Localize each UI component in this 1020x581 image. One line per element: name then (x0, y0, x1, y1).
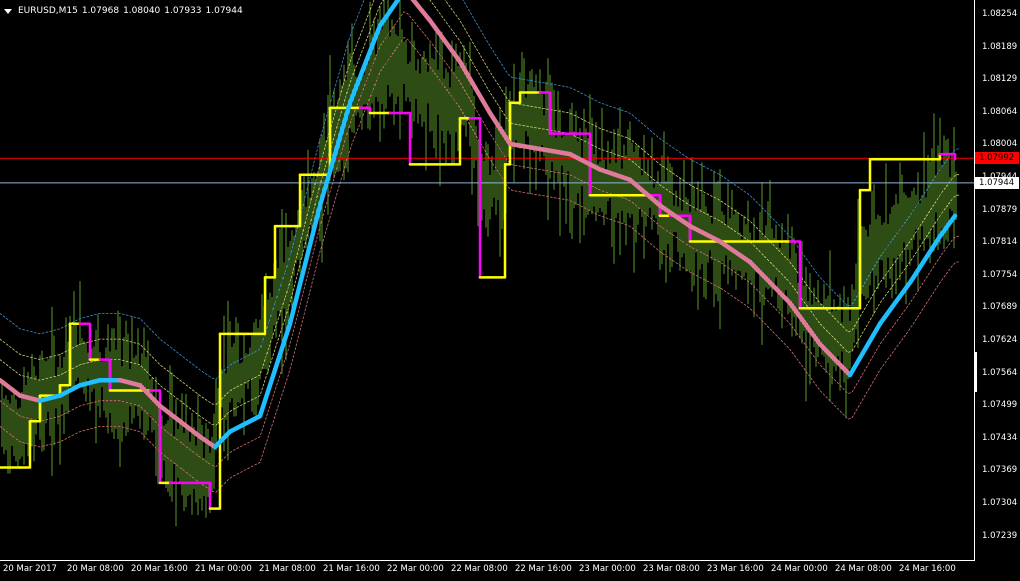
price-tick-label: 1.07304 (982, 498, 1018, 508)
time-tick-label: 20 Mar 08:00 (67, 564, 124, 574)
moving-average-segment (117, 377, 143, 388)
price-tick-label: 1.07689 (982, 302, 1018, 313)
time-tick-label: 24 Mar 00:00 (771, 564, 828, 574)
chart-header: EURUSD,M15 1.07968 1.08040 1.07933 1.079… (4, 6, 243, 16)
moving-average-segment (227, 413, 263, 434)
moving-average-segment (17, 393, 43, 403)
time-tick-label: 21 Mar 08:00 (259, 564, 316, 574)
symbol-label: EURUSD,M15 (18, 6, 78, 16)
price-tick-label: 1.07564 (982, 367, 1018, 378)
time-tick-label: 24 Mar 08:00 (835, 564, 892, 574)
price-tick-label: 1.08254 (982, 9, 1018, 19)
dropdown-triangle-icon[interactable] (4, 8, 12, 14)
price-tick-label: 1.08189 (982, 41, 1018, 52)
time-axis[interactable]: 20 Mar 2017 20 Mar 08:00 20 Mar 16:00 21 Ma… (0, 560, 974, 581)
price-tick-label: 1.07239 (982, 530, 1018, 541)
moving-average-segment (907, 234, 943, 285)
time-tick-label: 20 Mar 16:00 (131, 564, 188, 574)
moving-average-segment (177, 419, 203, 439)
low-value: 1.07933 (164, 6, 202, 16)
close-value: 1.07944 (205, 6, 243, 16)
price-tick-label: 1.07434 (982, 432, 1018, 443)
time-tick-label: 23 Mar 08:00 (643, 564, 700, 574)
step-indicator-segment (858, 158, 872, 192)
moving-average-segment (0, 377, 23, 398)
time-tick-label: 21 Mar 00:00 (195, 564, 252, 574)
price-tick-label: 1.07754 (982, 269, 1018, 280)
high-value: 1.08040 (123, 6, 161, 16)
price-tick-label: 1.07499 (982, 400, 1018, 411)
open-value: 1.07968 (81, 6, 120, 16)
moving-average-segment (57, 383, 83, 398)
price-tick-label: 1.08064 (982, 106, 1018, 117)
moving-average-segment (427, 18, 463, 64)
step-indicator-segment (238, 276, 267, 336)
price-axis[interactable]: 1.08254 1.08189 1.08129 1.08064 1.08004 1.079… (974, 0, 1020, 560)
time-tick-label: 24 Mar 16:00 (899, 564, 956, 574)
step-indicator-segment (918, 152, 942, 161)
time-tick-label: 22 Mar 08:00 (451, 564, 508, 574)
time-tick-label: 22 Mar 00:00 (387, 564, 444, 574)
ask-price-tag: 1.07992 (975, 152, 1019, 165)
time-tick-label: 20 Mar 2017 (3, 564, 57, 574)
price-tick-label: 1.07369 (982, 465, 1018, 476)
moving-average-segment (410, 0, 433, 23)
bid-price-tag: 1.07944 (975, 176, 1019, 189)
price-tick-label: 1.07814 (982, 237, 1018, 248)
price-tick-label: 1.07624 (982, 335, 1018, 345)
chart-area[interactable] (0, 0, 974, 560)
price-tick-label: 1.08004 (982, 139, 1018, 150)
chart-canvas[interactable] (0, 0, 974, 560)
price-tick-label: 1.08129 (982, 74, 1018, 85)
time-tick-label: 22 Mar 16:00 (515, 564, 572, 574)
price-tick-label: 1.07879 (982, 204, 1018, 215)
moving-average-segment (77, 377, 103, 388)
time-tick-label: 23 Mar 00:00 (579, 564, 636, 574)
time-tick-label: 23 Mar 16:00 (707, 564, 764, 574)
time-tick-label: 21 Mar 16:00 (323, 564, 380, 574)
